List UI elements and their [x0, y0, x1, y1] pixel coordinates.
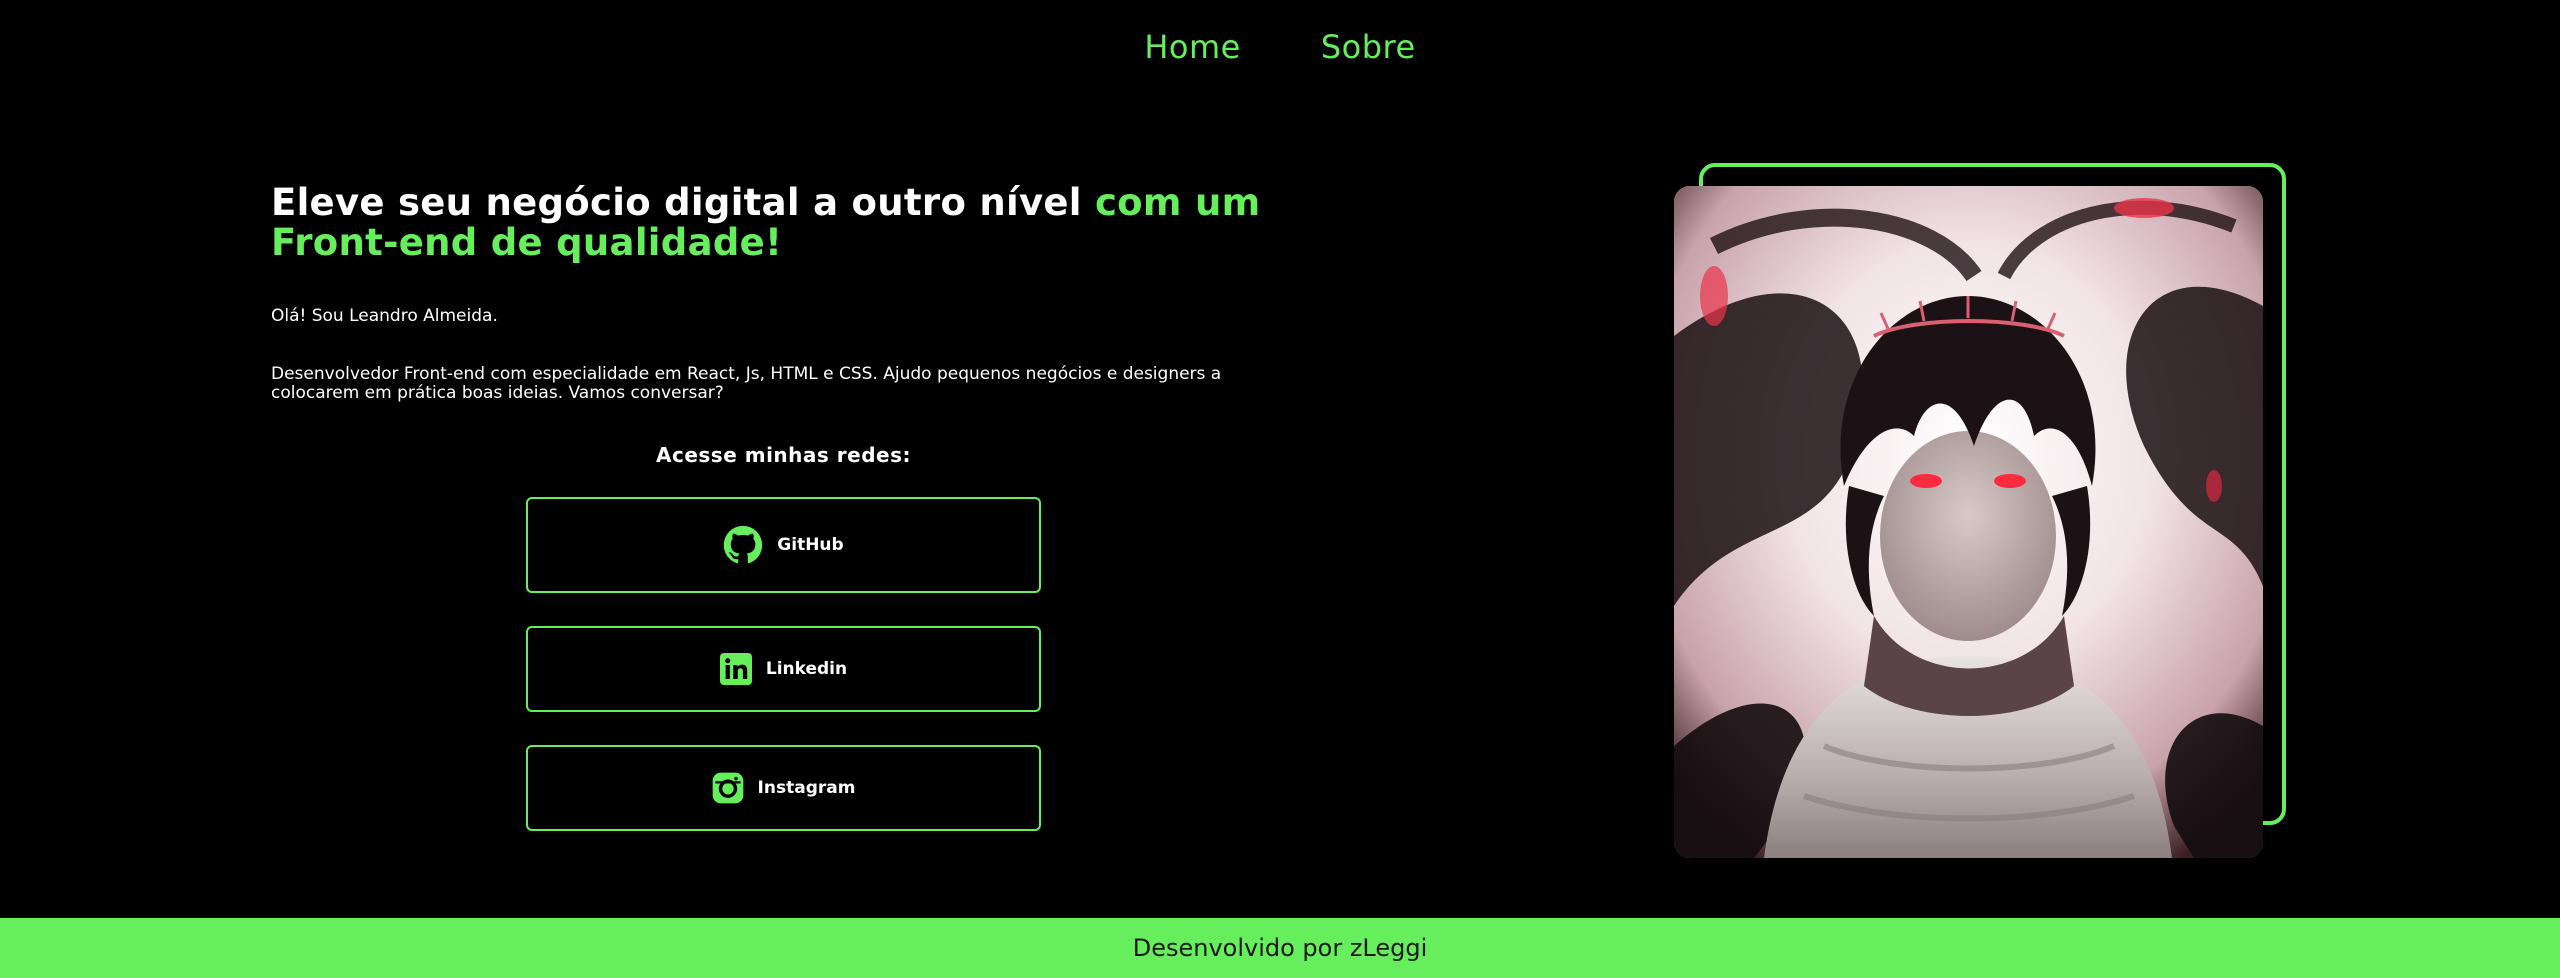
- linkedin-label: Linkedin: [765, 659, 848, 679]
- github-icon: [723, 525, 763, 565]
- footer-text: Desenvolvido por zLeggi: [1132, 934, 1428, 962]
- github-label: GitHub: [777, 535, 844, 555]
- hero-title-main: Eleve seu negócio digital a outro nível: [271, 181, 1095, 224]
- linkedin-icon: [719, 653, 752, 685]
- greeting-text: Olá! Sou Leandro Almeida.: [271, 306, 498, 326]
- github-button[interactable]: GitHub: [526, 497, 1041, 593]
- instagram-icon: [712, 772, 744, 804]
- nav-link-sobre[interactable]: Sobre: [1321, 28, 1416, 66]
- instagram-label: Instagram: [757, 778, 856, 798]
- linkedin-button[interactable]: Linkedin: [526, 626, 1041, 712]
- anime-portrait-image: [1674, 186, 2263, 858]
- description-text: Desenvolvedor Front-end com especialidad…: [271, 364, 1222, 403]
- page: Home Sobre Eleve seu negócio digital a o…: [0, 0, 2560, 978]
- networks-title: Acesse minhas redes:: [656, 443, 911, 467]
- hero-title: Eleve seu negócio digital a outro nível …: [271, 183, 1361, 263]
- instagram-button[interactable]: Instagram: [526, 745, 1041, 831]
- top-nav: Home Sobre: [0, 28, 2560, 66]
- nav-link-home[interactable]: Home: [1144, 28, 1241, 66]
- footer: Desenvolvido por zLeggi: [0, 918, 2560, 978]
